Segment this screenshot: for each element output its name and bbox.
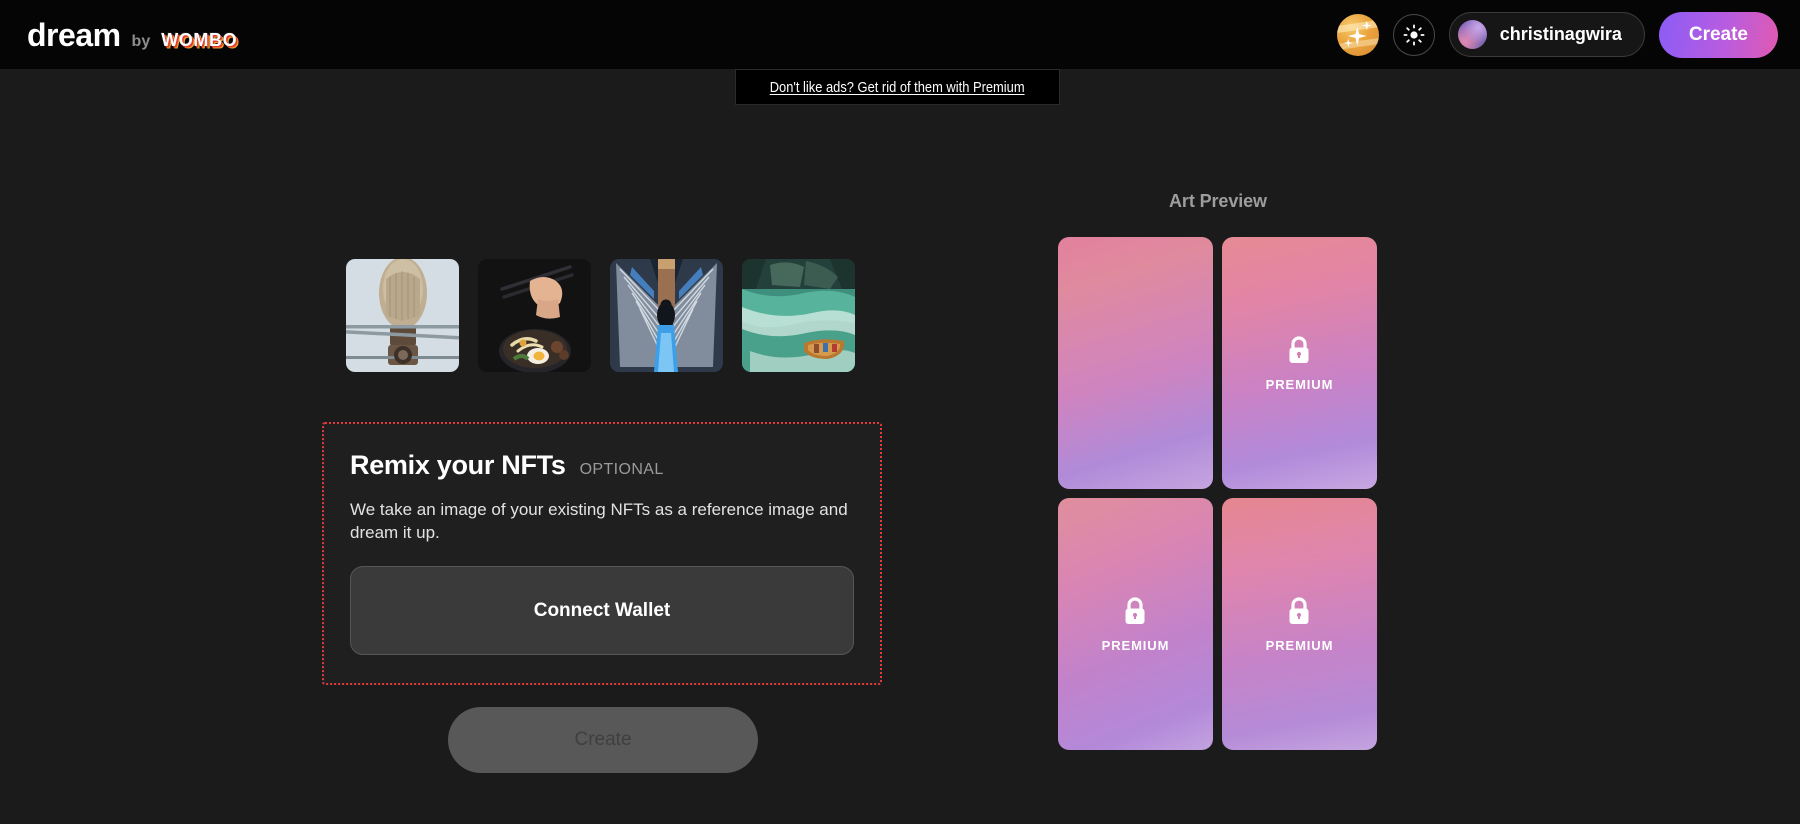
premium-ad-banner-link[interactable]: Don't like ads? Get rid of them with Pre…: [770, 79, 1025, 96]
avatar: [1457, 20, 1487, 49]
owl-on-post-thumbnail[interactable]: [346, 259, 459, 372]
user-account-chip[interactable]: christinagwira: [1448, 12, 1645, 57]
remix-nfts-description: We take an image of your existing NFTs a…: [350, 500, 848, 542]
premium-label: PREMIUM: [1265, 376, 1334, 392]
remix-nfts-card: Remix your NFTs OPTIONAL We take an imag…: [322, 422, 882, 686]
art-preview-card-premium[interactable]: PREMIUM: [1222, 237, 1377, 489]
art-preview-title: Art Preview: [1169, 191, 1267, 211]
lock-icon: [1289, 596, 1309, 624]
premium-lock-group: PREMIUM: [1266, 335, 1334, 392]
top-navigation-bar: dream by WOMBO christinagwira Create: [0, 0, 1800, 69]
sparkle-glyph-tiny: [1343, 38, 1353, 48]
premium-label: PREMIUM: [1265, 637, 1334, 653]
boat-on-lake-thumbnail[interactable]: [742, 259, 855, 372]
sparkle-icon[interactable]: [1336, 13, 1379, 56]
sparkle-glyph-small: [1361, 20, 1372, 31]
brand-by-text: by: [131, 32, 151, 50]
art-preview-panel: Art Preview PREMIUM PREMIUM PREMIUM: [1058, 191, 1378, 750]
brand-logo[interactable]: dream by WOMBO: [27, 19, 237, 51]
premium-lock-group: PREMIUM: [1266, 596, 1334, 653]
escalator-subway-thumbnail[interactable]: [610, 259, 723, 372]
sun-brightness-icon[interactable]: [1392, 13, 1435, 56]
chopsticks-food-bowl-thumbnail[interactable]: [478, 259, 591, 372]
art-preview-card-premium[interactable]: PREMIUM: [1058, 498, 1213, 750]
username-label: christinagwira: [1499, 24, 1622, 44]
remix-nfts-title: Remix your NFTs: [350, 450, 566, 480]
remix-nfts-title-row: Remix your NFTs OPTIONAL: [350, 450, 854, 481]
main-content-area: Remix your NFTs OPTIONAL We take an imag…: [0, 69, 1800, 824]
premium-ad-banner[interactable]: Don't like ads? Get rid of them with Pre…: [735, 69, 1060, 105]
premium-label: PREMIUM: [1101, 637, 1170, 653]
reference-image-thumbnails: [346, 259, 882, 372]
art-preview-card[interactable]: [1058, 237, 1213, 489]
art-preview-grid: PREMIUM PREMIUM PREMIUM: [1058, 237, 1378, 750]
lock-icon: [1125, 596, 1145, 624]
optional-badge: OPTIONAL: [579, 461, 664, 478]
brand-name-dream: dream: [27, 16, 121, 53]
art-preview-card-premium[interactable]: PREMIUM: [1222, 498, 1377, 750]
create-button-header[interactable]: Create: [1658, 11, 1778, 58]
premium-lock-group: PREMIUM: [1102, 596, 1170, 653]
connect-wallet-button[interactable]: Connect Wallet: [350, 566, 854, 656]
left-panel: Remix your NFTs OPTIONAL We take an imag…: [322, 259, 882, 774]
lock-icon: [1289, 335, 1309, 363]
brand-wombo-logotype: WOMBO: [161, 29, 238, 50]
create-button-main[interactable]: Create: [448, 707, 758, 774]
top-bar-actions: christinagwira Create: [1336, 11, 1778, 58]
